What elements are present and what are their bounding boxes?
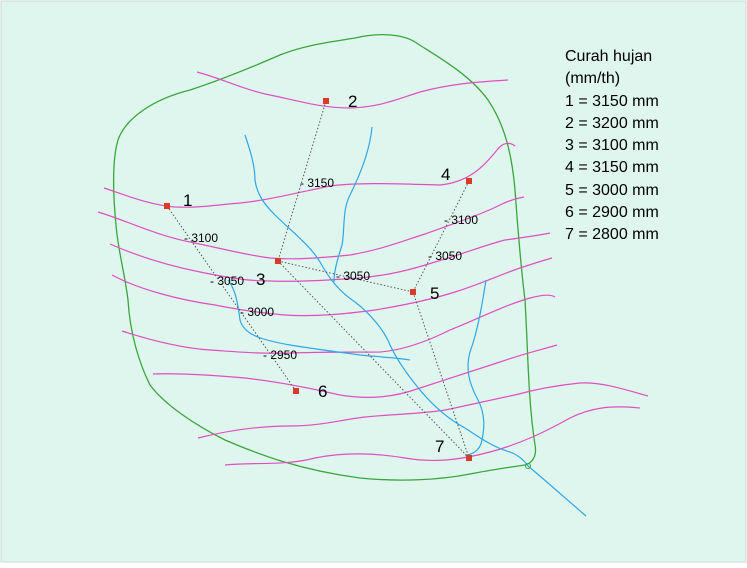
legend-item: 7 = 2800 mm [565,226,659,244]
station-marker-1 [164,203,170,209]
isohyet-label: - 3050 [210,274,244,288]
station-marker-6 [293,388,299,394]
legend-item: 1 = 3150 mm [565,92,659,110]
station-label-5: 5 [430,284,439,303]
rainfall-legend: Curah hujan (mm/th) 1 = 3150 mm 2 = 3200… [565,46,659,247]
station-marker-3 [275,258,281,264]
station-label-6: 6 [318,382,327,401]
isohyet-label: - 2950 [263,348,297,362]
station-marker-2 [323,98,329,104]
isohyet-label: - 3150 [300,176,334,190]
legend-item: 3 = 3100 mm [565,137,659,155]
legend-item: 2 = 3200 mm [565,114,659,132]
station-marker-7 [466,455,472,461]
slide-canvas: - 3150 - 3100 - 3100 - 3050 - 3050 - 305… [0,0,747,563]
station-label-3: 3 [256,270,265,289]
isohyet-label: - 3050 [336,269,370,283]
station-label-2: 2 [348,92,357,111]
legend-unit: (mm/th) [565,70,621,88]
station-label-4: 4 [441,165,450,184]
isohyet-label: - 3100 [184,231,218,245]
legend-item: 5 = 3000 mm [565,181,659,199]
legend-title: Curah hujan [565,48,653,65]
station-marker-4 [466,178,472,184]
legend-item: 6 = 2900 mm [565,204,659,222]
station-marker-5 [410,289,416,295]
isohyet-label: - 3100 [444,213,478,227]
isohyet-label: - 3000 [240,305,274,319]
station-label-1: 1 [183,191,192,210]
isohyet-label: - 3050 [428,249,462,263]
station-label-7: 7 [435,437,444,456]
legend-item: 4 = 3150 mm [565,159,659,177]
